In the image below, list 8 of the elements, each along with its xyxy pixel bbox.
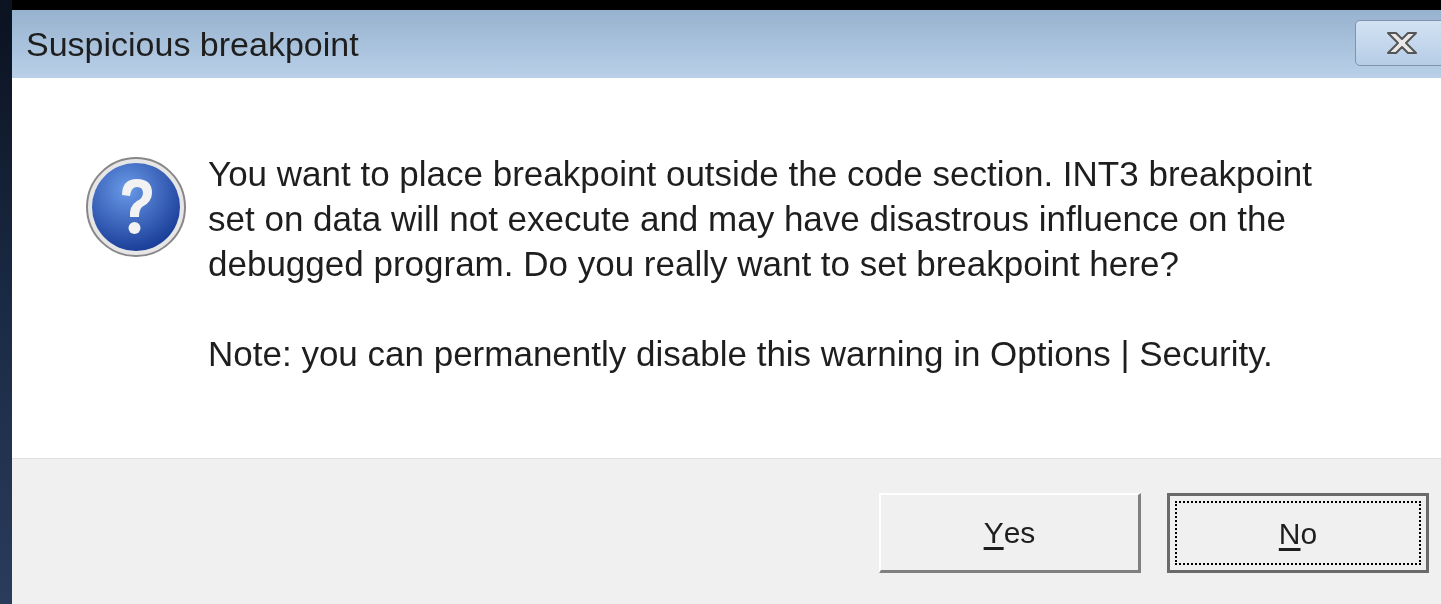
dialog-button[interactable]: No (1167, 493, 1429, 573)
close-icon (1384, 30, 1420, 56)
question-icon (84, 155, 188, 259)
note-text: Note: you can permanently disable this warning in Options | Security. (208, 333, 1274, 375)
close-button[interactable] (1355, 20, 1441, 66)
dialog-button[interactable]: Yes (879, 493, 1141, 573)
window-title: Suspicious breakpoint (26, 23, 359, 65)
message-text: You want to place breakpoint outside the code section. INT3 breakpoint set on data will not execute and may have disastrous influence on the debugged program. Do you really want to set breakpoint here? (208, 153, 1313, 285)
